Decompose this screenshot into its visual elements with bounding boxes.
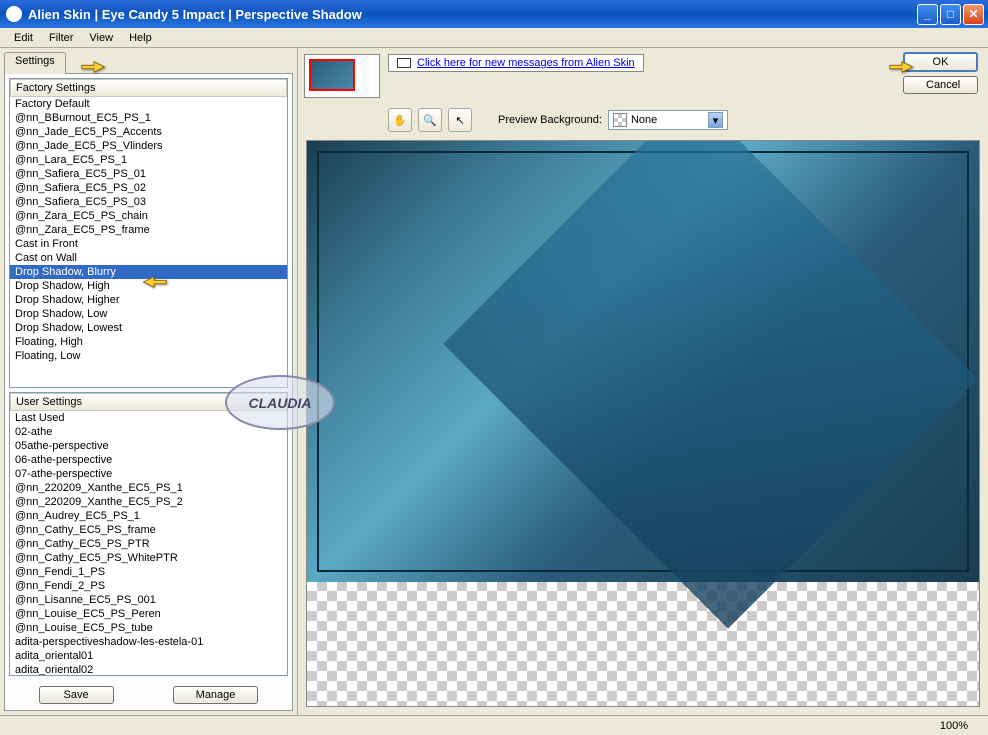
list-item[interactable]: @nn_Jade_EC5_PS_Vlinders — [10, 139, 287, 153]
menu-bar: Edit Filter View Help — [0, 28, 988, 48]
user-settings-list[interactable]: User Settings Last Used02-athe05athe-per… — [9, 392, 288, 676]
menu-edit[interactable]: Edit — [6, 30, 41, 46]
list-item[interactable]: 07-athe-perspective — [10, 467, 287, 481]
list-item[interactable]: @nn_BBurnout_EC5_PS_1 — [10, 111, 287, 125]
menu-help[interactable]: Help — [121, 30, 160, 46]
thumbnail[interactable] — [309, 59, 355, 91]
window-title: Alien Skin | Eye Candy 5 Impact | Perspe… — [28, 7, 917, 22]
list-item[interactable]: adita-perspectiveshadow-les-estela-01 — [10, 635, 287, 649]
menu-view[interactable]: View — [81, 30, 121, 46]
list-item[interactable]: @nn_Cathy_EC5_PS_frame — [10, 523, 287, 537]
cancel-button[interactable]: Cancel — [903, 76, 978, 94]
preview-area[interactable] — [306, 140, 980, 707]
list-item[interactable]: Cast in Front — [10, 237, 287, 251]
list-item[interactable]: adita_oriental01 — [10, 649, 287, 663]
factory-header: Factory Settings — [10, 79, 287, 97]
list-item[interactable]: 05athe-perspective — [10, 439, 287, 453]
preview-bg-dropdown[interactable]: None ▾ — [608, 110, 728, 130]
thumbnail-strip[interactable] — [304, 54, 380, 98]
zoom-level: 100% — [940, 720, 968, 732]
preview-image — [307, 141, 979, 582]
list-item[interactable]: Drop Shadow, Higher — [10, 293, 287, 307]
list-item[interactable]: @nn_Fendi_2_PS — [10, 579, 287, 593]
list-item[interactable]: Factory Default — [10, 97, 287, 111]
list-item[interactable]: @nn_Jade_EC5_PS_Accents — [10, 125, 287, 139]
manage-button[interactable]: Manage — [173, 686, 259, 704]
list-item[interactable]: Floating, High — [10, 335, 287, 349]
factory-settings-list[interactable]: Factory Settings Factory Default@nn_BBur… — [9, 78, 288, 388]
list-item[interactable]: Drop Shadow, Blurry — [10, 265, 287, 279]
list-item[interactable]: @nn_Safiera_EC5_PS_02 — [10, 181, 287, 195]
save-button[interactable]: Save — [39, 686, 114, 704]
list-item[interactable]: @nn_Safiera_EC5_PS_03 — [10, 195, 287, 209]
list-item[interactable]: @nn_Safiera_EC5_PS_01 — [10, 167, 287, 181]
checker-swatch-icon — [613, 113, 627, 127]
list-item[interactable]: @nn_Lisanne_EC5_PS_001 — [10, 593, 287, 607]
list-item[interactable]: @nn_Lara_EC5_PS_1 — [10, 153, 287, 167]
messages-link-text: Click here for new messages from Alien S… — [417, 57, 635, 69]
list-item[interactable]: Drop Shadow, Low — [10, 307, 287, 321]
ok-button[interactable]: OK — [903, 52, 978, 72]
list-item[interactable]: 06-athe-perspective — [10, 453, 287, 467]
preview-bg-value: None — [631, 114, 657, 126]
app-icon — [6, 6, 22, 22]
pan-tool[interactable]: ✋ — [388, 108, 412, 132]
chevron-down-icon: ▾ — [708, 112, 723, 128]
list-item[interactable]: @nn_Zara_EC5_PS_chain — [10, 209, 287, 223]
menu-filter[interactable]: Filter — [41, 30, 81, 46]
tab-settings[interactable]: Settings — [4, 52, 66, 74]
list-item[interactable]: @nn_Audrey_EC5_PS_1 — [10, 509, 287, 523]
list-item[interactable]: @nn_220209_Xanthe_EC5_PS_2 — [10, 495, 287, 509]
list-item[interactable]: Cast on Wall — [10, 251, 287, 265]
list-item[interactable]: Drop Shadow, High — [10, 279, 287, 293]
close-button[interactable]: ✕ — [963, 4, 984, 25]
messages-link[interactable]: Click here for new messages from Alien S… — [388, 54, 644, 72]
list-item[interactable]: @nn_Cathy_EC5_PS_PTR — [10, 537, 287, 551]
maximize-button[interactable]: □ — [940, 4, 961, 25]
list-item[interactable]: Last Used — [10, 411, 287, 425]
minimize-button[interactable]: _ — [917, 4, 938, 25]
user-header: User Settings — [10, 393, 287, 411]
list-item[interactable]: Floating, Low — [10, 349, 287, 363]
list-item[interactable]: @nn_220209_Xanthe_EC5_PS_1 — [10, 481, 287, 495]
list-item[interactable]: @nn_Cathy_EC5_PS_WhitePTR — [10, 551, 287, 565]
list-item[interactable]: 02-athe — [10, 425, 287, 439]
preview-bg-label: Preview Background: — [498, 114, 602, 126]
zoom-tool[interactable]: 🔍 — [418, 108, 442, 132]
list-item[interactable]: adita_oriental02 — [10, 663, 287, 676]
list-item[interactable]: @nn_Louise_EC5_PS_tube — [10, 621, 287, 635]
mail-icon — [397, 58, 411, 68]
list-item[interactable]: @nn_Louise_EC5_PS_Peren — [10, 607, 287, 621]
list-item[interactable]: @nn_Zara_EC5_PS_frame — [10, 223, 287, 237]
list-item[interactable]: @nn_Fendi_1_PS — [10, 565, 287, 579]
status-bar: 100% — [0, 715, 988, 735]
pointer-tool[interactable]: ↖ — [448, 108, 472, 132]
list-item[interactable]: Drop Shadow, Lowest — [10, 321, 287, 335]
